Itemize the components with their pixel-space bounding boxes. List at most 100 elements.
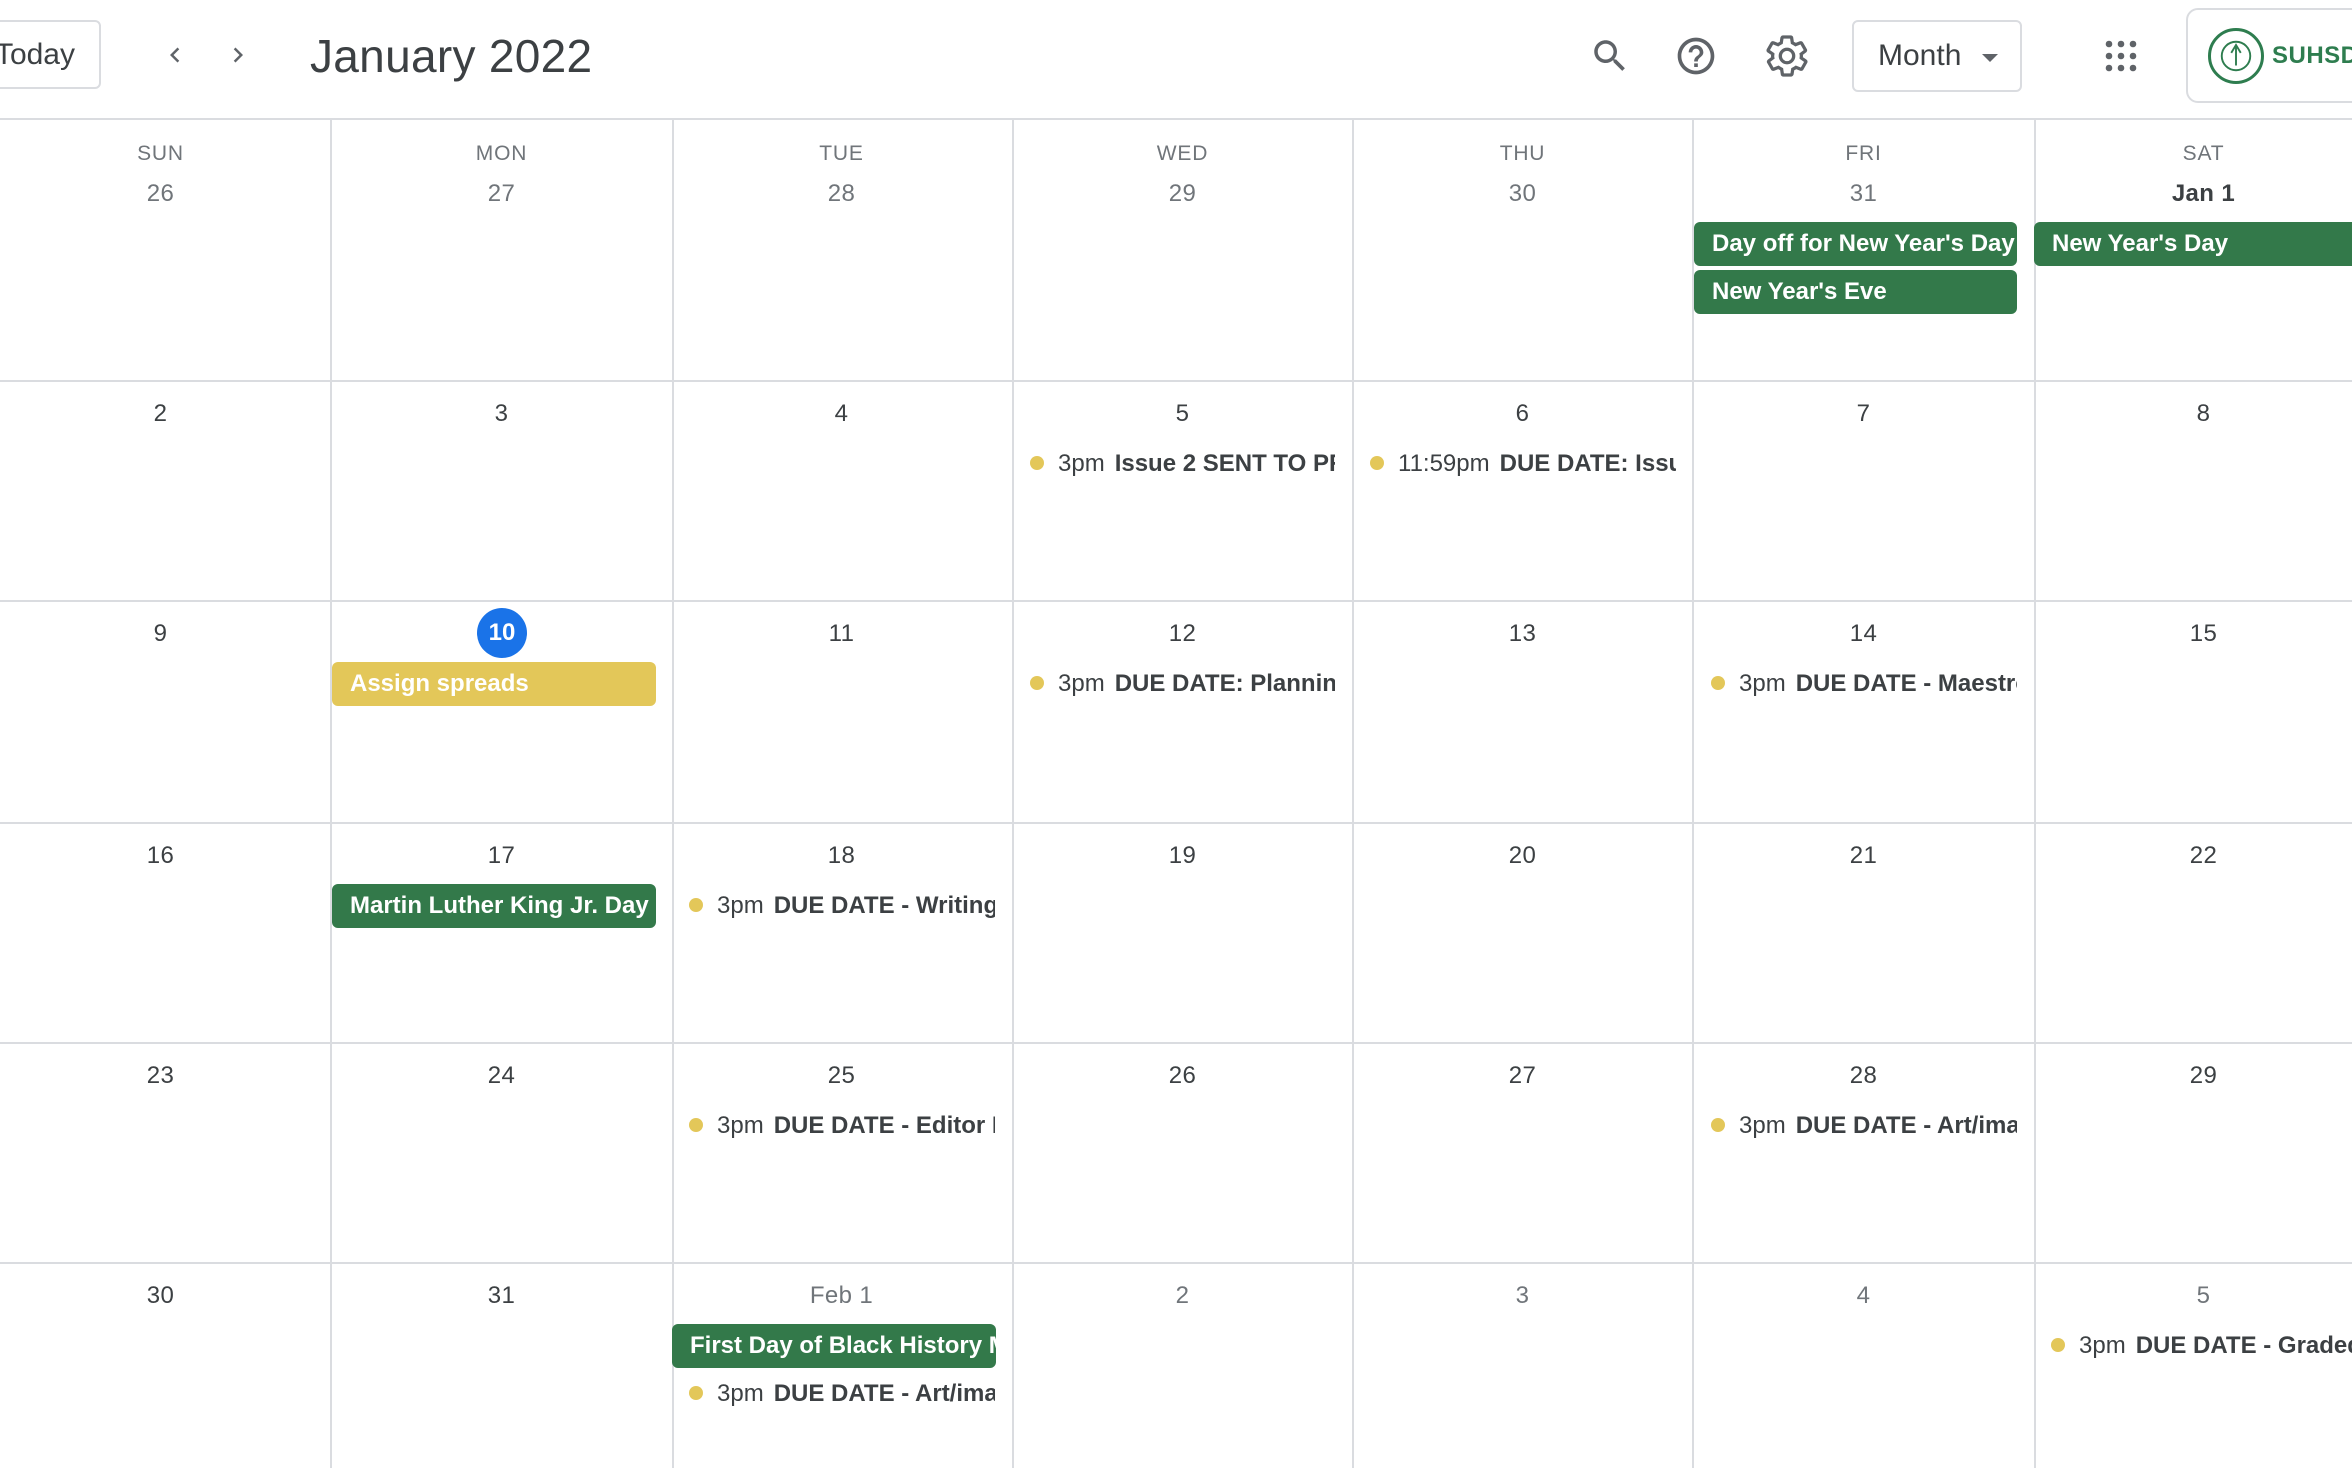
- timed-event[interactable]: 3pm DUE DATE: Planning: [1030, 664, 1335, 704]
- event-time: 3pm: [1058, 450, 1105, 477]
- timed-event[interactable]: 3pm DUE DATE - Art/imag: [689, 1374, 995, 1414]
- event-time: 3pm: [717, 1380, 764, 1407]
- day-number[interactable]: 2: [0, 400, 330, 428]
- day-number[interactable]: Jan 1: [2034, 180, 2352, 208]
- chevron-left-icon: [170, 47, 180, 63]
- event-time: 3pm: [717, 1112, 764, 1139]
- weekday-header: THU: [1499, 142, 1546, 165]
- day-number[interactable]: 13: [1353, 620, 1692, 648]
- timed-event[interactable]: 3pm DUE DATE - Maestro: [1711, 664, 2017, 704]
- day-number[interactable]: 31: [332, 1282, 671, 1310]
- settings-button[interactable]: [1757, 26, 1817, 86]
- account-button[interactable]: SUHSD: [2186, 8, 2352, 103]
- day-number[interactable]: 30: [1353, 180, 1692, 208]
- day-number[interactable]: 6: [1353, 400, 1692, 428]
- view-mode-select[interactable]: Month: [1852, 20, 2022, 92]
- event-dot-icon: [1370, 456, 1384, 470]
- event-dot-icon: [689, 898, 703, 912]
- event-title: DUE DATE: Issue: [1499, 450, 1676, 477]
- help-button[interactable]: [1666, 26, 1726, 86]
- day-number[interactable]: 21: [1694, 842, 2033, 870]
- search-button[interactable]: [1580, 26, 1640, 86]
- dropdown-caret-icon: [1982, 54, 1998, 62]
- day-number[interactable]: 24: [332, 1062, 671, 1090]
- today-date-indicator[interactable]: 10: [477, 608, 527, 658]
- day-number[interactable]: 2: [1013, 1282, 1352, 1310]
- timed-event[interactable]: 3pm DUE DATE - Editor Dr: [689, 1106, 995, 1146]
- day-number[interactable]: 20: [1353, 842, 1692, 870]
- event-title: DUE DATE: Planning: [1114, 670, 1335, 697]
- event-title: DUE DATE - Editor Dr: [773, 1112, 995, 1139]
- event-time: 11:59pm: [1398, 450, 1490, 477]
- event-title: DUE DATE - Art/imag: [1795, 1112, 2017, 1139]
- day-number[interactable]: 17: [332, 842, 671, 870]
- event-chip[interactable]: Assign spreads: [332, 662, 656, 706]
- event-title: Issue 2 SENT TO PRI: [1114, 450, 1335, 477]
- day-number[interactable]: 30: [0, 1282, 330, 1310]
- event-chip[interactable]: New Year's Day: [2034, 222, 2352, 266]
- day-number[interactable]: 9: [0, 620, 330, 648]
- calendar-header: Today January 2022 Month SUHSD: [0, 0, 2352, 120]
- day-number[interactable]: 15: [2034, 620, 2352, 648]
- day-number[interactable]: 29: [2034, 1062, 2352, 1090]
- day-number[interactable]: 26: [1013, 1062, 1352, 1090]
- timed-event[interactable]: 3pm DUE DATE - Graded c: [2051, 1326, 2352, 1366]
- event-dot-icon: [689, 1386, 703, 1400]
- search-icon: [1594, 40, 1625, 71]
- day-number[interactable]: 25: [672, 1062, 1011, 1090]
- day-number[interactable]: 12: [1013, 620, 1352, 648]
- day-number[interactable]: 31: [1694, 180, 2033, 208]
- day-number[interactable]: 7: [1694, 400, 2033, 428]
- event-chip[interactable]: Martin Luther King Jr. Day: [332, 884, 656, 928]
- chevron-right-icon: [233, 47, 243, 63]
- event-chip[interactable]: First Day of Black History M: [672, 1324, 996, 1368]
- event-title: DUE DATE - Graded c: [2135, 1332, 2352, 1359]
- day-number[interactable]: 5: [1013, 400, 1352, 428]
- apps-grid-icon: [2105, 40, 2137, 72]
- day-number[interactable]: 27: [332, 180, 671, 208]
- event-time: 3pm: [2079, 1332, 2126, 1359]
- event-dot-icon: [1030, 456, 1044, 470]
- day-number[interactable]: Feb 1: [672, 1282, 1011, 1310]
- timed-event[interactable]: 3pm DUE DATE - Art/imag: [1711, 1106, 2017, 1146]
- weekday-header: FRI: [1845, 142, 1882, 165]
- weekday-header: TUE: [819, 142, 864, 165]
- day-number[interactable]: 11: [672, 620, 1011, 648]
- previous-month-button[interactable]: [148, 28, 202, 82]
- next-month-button[interactable]: [211, 28, 265, 82]
- day-number[interactable]: 14: [1694, 620, 2033, 648]
- day-number[interactable]: 26: [0, 180, 330, 208]
- day-number[interactable]: 19: [1013, 842, 1352, 870]
- today-button[interactable]: Today: [0, 20, 101, 89]
- event-dot-icon: [689, 1118, 703, 1132]
- day-number[interactable]: 16: [0, 842, 330, 870]
- event-chip[interactable]: Day off for New Year's Day: [1694, 222, 2017, 266]
- month-grid: SUN MON TUE WED THU FRI SAT 26 27 28 29 …: [0, 120, 2352, 1468]
- timed-event[interactable]: 3pm Issue 2 SENT TO PRI: [1030, 444, 1335, 484]
- day-number[interactable]: 3: [1353, 1282, 1692, 1310]
- current-month-title: January 2022: [310, 30, 593, 82]
- day-number[interactable]: 3: [332, 400, 671, 428]
- day-number[interactable]: 18: [672, 842, 1011, 870]
- event-dot-icon: [2051, 1338, 2065, 1352]
- day-number[interactable]: 5: [2034, 1282, 2352, 1310]
- view-mode-label: Month: [1878, 39, 1962, 72]
- day-number[interactable]: 4: [1694, 1282, 2033, 1310]
- timed-event[interactable]: 3pm DUE DATE - Writing s: [689, 886, 995, 926]
- event-time: 3pm: [1058, 670, 1105, 697]
- event-title: DUE DATE - Maestro: [1795, 670, 2017, 697]
- event-time: 3pm: [1739, 1112, 1786, 1139]
- apps-button[interactable]: [2091, 26, 2151, 86]
- event-chip[interactable]: New Year's Eve: [1694, 270, 2017, 314]
- day-number[interactable]: 8: [2034, 400, 2352, 428]
- day-number[interactable]: 22: [2034, 842, 2352, 870]
- day-number[interactable]: 29: [1013, 180, 1352, 208]
- event-title: DUE DATE - Art/imag: [773, 1380, 995, 1407]
- day-number[interactable]: 28: [672, 180, 1011, 208]
- day-number[interactable]: 28: [1694, 1062, 2033, 1090]
- day-number[interactable]: 4: [672, 400, 1011, 428]
- account-logo-text: SUHSD: [2272, 41, 2352, 69]
- day-number[interactable]: 23: [0, 1062, 330, 1090]
- day-number[interactable]: 27: [1353, 1062, 1692, 1090]
- timed-event[interactable]: 11:59pm DUE DATE: Issue: [1370, 444, 1676, 484]
